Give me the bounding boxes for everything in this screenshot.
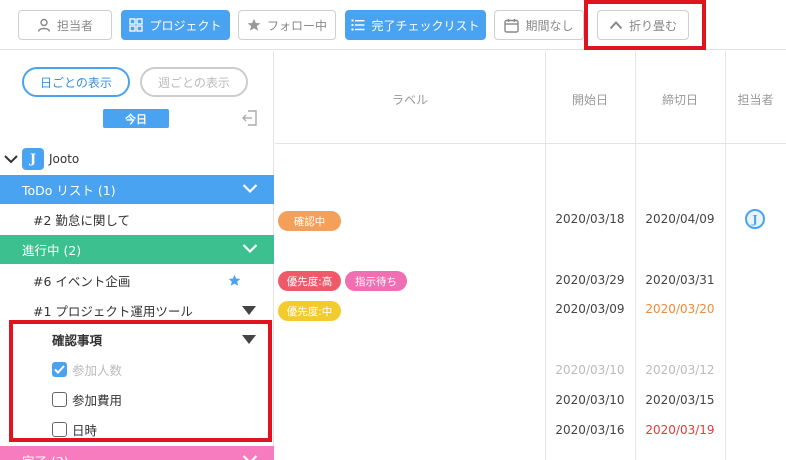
star-icon	[247, 18, 261, 31]
header-end-date: 締切日	[661, 93, 698, 107]
checklist-item-label: 参加費用	[72, 392, 123, 408]
daily-view-tab[interactable]: 日ごとの表示	[22, 67, 130, 97]
chevron-down-icon[interactable]	[242, 243, 258, 254]
end-date[interactable]: 2020/03/20	[635, 302, 725, 316]
assignee-filter-label: 担当者	[56, 18, 93, 33]
grid-icon	[129, 18, 144, 32]
completion-checklist-label: 完了チェックリスト	[371, 18, 480, 33]
end-date[interactable]: 2020/03/19	[635, 423, 725, 437]
collapse-label: 折り畳む	[628, 18, 677, 33]
task-title[interactable]: #2 勤怠に関して	[33, 210, 130, 229]
task-title[interactable]: #1 プロジェクト運用ツール	[33, 301, 193, 320]
column-divider	[725, 51, 726, 460]
start-date[interactable]: 2020/03/29	[545, 273, 635, 287]
follow-filter-label: フォロー中	[266, 18, 327, 33]
checkbox[interactable]	[52, 391, 67, 407]
triangle-down-icon[interactable]	[242, 335, 256, 344]
star-icon[interactable]	[228, 274, 241, 287]
project-row[interactable]: J Jooto	[0, 144, 274, 174]
label-tag[interactable]: 優先度:中	[278, 301, 341, 321]
task-title[interactable]: #6 イベント企画	[33, 271, 130, 290]
collapse-button[interactable]: 折り畳む	[597, 10, 689, 40]
no-deadline-filter-label: 期間なし	[525, 18, 574, 33]
checklist-item[interactable]: 参加人数	[0, 354, 274, 384]
chevron-down-icon[interactable]	[242, 183, 258, 194]
project-filter-button[interactable]: プロジェクト	[121, 10, 230, 40]
section-in-progress[interactable]: 進行中 (2)	[0, 235, 274, 264]
checklist-title: 確認事項	[52, 332, 103, 348]
header-label: ラベル	[391, 93, 428, 107]
follow-filter-button[interactable]: フォロー中	[238, 10, 336, 40]
checklist-item[interactable]: 日時	[0, 414, 274, 444]
project-name: Jooto	[49, 152, 80, 166]
section-done[interactable]: 完了 (3)	[0, 446, 274, 460]
end-date[interactable]: 2020/03/12	[635, 363, 725, 377]
end-date[interactable]: 2020/03/31	[635, 273, 725, 287]
jooto-logo-icon: J	[22, 148, 44, 170]
checklist-item-label: 参加人数	[72, 362, 123, 378]
exit-icon[interactable]	[241, 109, 259, 127]
chevron-down-icon[interactable]	[242, 454, 258, 460]
project-filter-label: プロジェクト	[149, 18, 222, 33]
end-date[interactable]: 2020/04/09	[635, 212, 725, 226]
section-todo[interactable]: ToDo リスト (1)	[0, 175, 274, 204]
checklist-item-label: 日時	[72, 422, 98, 438]
checkbox[interactable]	[52, 421, 67, 437]
assignee-filter-button[interactable]: 担当者	[18, 10, 112, 40]
checkbox-checked[interactable]	[52, 361, 67, 377]
completion-checklist-button[interactable]: 完了チェックリスト	[345, 10, 486, 40]
no-deadline-filter-button[interactable]: 期間なし	[494, 10, 584, 40]
person-icon	[37, 18, 51, 32]
label-tag[interactable]: 指示待ち	[345, 271, 407, 291]
task-row-2[interactable]: #2 勤怠に関して	[0, 204, 274, 234]
task-row-1[interactable]: #1 プロジェクト運用ツール	[0, 295, 274, 325]
label-tag[interactable]: 確認中	[278, 211, 341, 231]
section-todo-label: ToDo リスト (1)	[22, 183, 116, 198]
weekly-view-tab[interactable]: 週ごとの表示	[140, 67, 248, 97]
header-assignee: 担当者	[737, 93, 774, 107]
calendar-icon	[504, 18, 520, 33]
toolbar: 担当者 プロジェクト フォロー中 完了チェックリスト 期間なし 折り畳む	[0, 0, 786, 50]
triangle-down-icon[interactable]	[242, 306, 256, 315]
end-date[interactable]: 2020/03/15	[635, 393, 725, 407]
chevron-down-icon[interactable]	[4, 154, 18, 164]
label-tag[interactable]: 優先度:高	[278, 271, 341, 291]
start-date[interactable]: 2020/03/16	[545, 423, 635, 437]
list-icon	[351, 19, 365, 31]
header-start-date: 開始日	[571, 93, 608, 107]
task-row-6[interactable]: #6 イベント企画	[0, 265, 274, 295]
assignee-avatar[interactable]: J	[745, 209, 765, 229]
start-date[interactable]: 2020/03/09	[545, 302, 635, 316]
start-date[interactable]: 2020/03/10	[545, 393, 635, 407]
start-date[interactable]: 2020/03/18	[545, 212, 635, 226]
section-in-progress-label: 進行中 (2)	[22, 243, 82, 258]
section-done-label: 完了 (3)	[22, 451, 69, 460]
checklist-item[interactable]: 参加費用	[0, 384, 274, 414]
checkmark-icon	[54, 364, 65, 374]
checklist-header-row[interactable]: 確認事項	[0, 324, 274, 354]
start-date[interactable]: 2020/03/10	[545, 363, 635, 377]
chevron-up-icon	[609, 21, 623, 30]
today-button[interactable]: 今日	[103, 109, 169, 128]
